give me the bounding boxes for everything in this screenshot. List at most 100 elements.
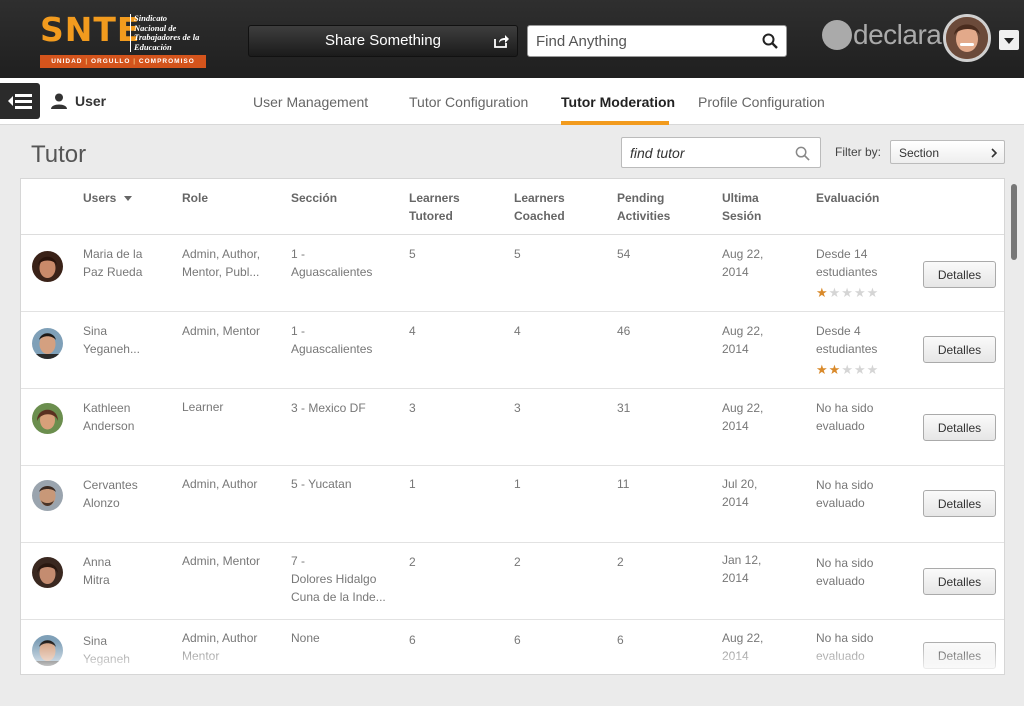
learners-coached: 3 (514, 401, 521, 415)
column-learners-coached[interactable]: Learners Coached (514, 189, 565, 225)
column-role[interactable]: Role (182, 189, 208, 207)
global-search-input[interactable] (536, 31, 756, 51)
learners-tutored: 2 (409, 555, 416, 569)
sub-navigation: User User Management Tutor Configuration… (0, 78, 1024, 125)
table-row: Anna Mitra Admin, Mentor 7 - Dolores Hidal… (21, 543, 1004, 620)
star-rating: ★★★★★ (816, 362, 880, 377)
pending-activities: 54 (617, 247, 631, 261)
sort-down-icon (124, 196, 133, 202)
tab-user-management[interactable]: User Management (253, 94, 368, 110)
detalles-button[interactable]: Detalles (923, 490, 996, 517)
filter-select[interactable]: Section (890, 140, 1005, 164)
table-row: Sina Yeganeh Admin, Author Mentor None 6 6… (21, 620, 1004, 674)
share-something-button[interactable]: Share Something (248, 25, 518, 57)
search-icon[interactable] (762, 33, 778, 49)
user-icon (51, 93, 67, 109)
user-section: None (291, 631, 320, 645)
profile-avatar[interactable] (943, 14, 991, 62)
logo-subtitle: Sindicato Nacional de Trabajadores de la… (130, 13, 214, 52)
user-section: 5 - Yucatan (291, 477, 352, 491)
tab-profile-configuration[interactable]: Profile Configuration (698, 94, 825, 110)
table-row: Cervantes Alonzo Admin, Author 5 - Yucata… (21, 466, 1004, 543)
sidebar-menu-button[interactable] (0, 83, 40, 119)
evaluation: Desde 14 estudiantes (816, 247, 878, 279)
evaluation: No ha sido evaluado (816, 401, 874, 433)
logo-wordmark: SNTE (40, 10, 141, 49)
top-bar: SNTE Sindicato Nacional de Trabajadores … (0, 0, 1024, 78)
last-session: Aug 22, 2014 (722, 401, 764, 433)
user-role: Admin, Mentor (182, 324, 261, 338)
tutor-search-box (621, 137, 821, 168)
avatar[interactable] (32, 557, 63, 588)
avatar[interactable] (32, 328, 63, 359)
user-role: Learner (182, 400, 224, 414)
column-seccion[interactable]: Sección (291, 189, 337, 207)
avatar[interactable] (32, 251, 63, 282)
tutor-search-input[interactable] (630, 144, 790, 162)
column-evaluacion[interactable]: Evaluación (816, 189, 879, 207)
star-rating: ★★★★★ (816, 285, 880, 300)
pending-activities: 46 (617, 324, 631, 338)
learners-coached: 6 (514, 633, 521, 647)
declara-logo-mark (822, 20, 852, 50)
learners-tutored: 4 (409, 324, 416, 338)
detalles-button[interactable]: Detalles (923, 642, 996, 669)
learners-tutored: 1 (409, 477, 416, 491)
table-row: Kathleen Anderson Learner 3 - Mexico DF 3… (21, 389, 1004, 466)
tab-tutor-moderation[interactable]: Tutor Moderation (561, 94, 675, 110)
evaluation: No ha sido evaluado (816, 478, 874, 510)
learners-coached: 4 (514, 324, 521, 338)
detalles-button[interactable]: Detalles (923, 414, 996, 441)
column-ultima-sesion[interactable]: Ultima Sesión (722, 189, 761, 225)
pending-activities: 31 (617, 401, 631, 415)
table-scrollbar[interactable] (1010, 182, 1018, 670)
filter-select-value: Section (899, 146, 940, 160)
last-session: Jul 20, 2014 (722, 477, 758, 509)
share-icon (494, 35, 509, 48)
profile-dropdown-button[interactable] (999, 30, 1019, 50)
filter-label: Filter by: (835, 145, 882, 159)
detalles-button[interactable]: Detalles (923, 261, 996, 288)
user-name[interactable]: Anna Mitra (83, 553, 111, 589)
search-icon[interactable] (795, 146, 810, 161)
user-name[interactable]: Sina Yeganeh (83, 632, 130, 668)
learners-coached: 1 (514, 477, 521, 491)
declara-logo[interactable]: declara (822, 17, 942, 57)
profile-photo (946, 17, 988, 59)
last-session: Aug 22, 2014 (722, 631, 764, 663)
column-learners-tutored[interactable]: Learners Tutored (409, 189, 460, 225)
snte-logo[interactable]: SNTE Sindicato Nacional de Trabajadores … (40, 12, 210, 70)
tab-tutor-configuration[interactable]: Tutor Configuration (409, 94, 528, 110)
last-session: Jan 12, 2014 (722, 553, 762, 585)
scrollbar-thumb[interactable] (1011, 184, 1017, 260)
user-section-label: User (75, 93, 107, 109)
user-name[interactable]: Sina Yeganeh... (83, 322, 140, 358)
user-name[interactable]: Cervantes Alonzo (83, 476, 138, 512)
detalles-button[interactable]: Detalles (923, 568, 996, 595)
detalles-button[interactable]: Detalles (923, 336, 996, 363)
user-name[interactable]: Maria de la Paz Rueda (83, 245, 142, 281)
page-title: Tutor (31, 141, 87, 168)
avatar[interactable] (32, 403, 63, 434)
avatar[interactable] (32, 480, 63, 511)
evaluation: No ha sido evaluado (816, 556, 874, 588)
table-header: Users Role Sección Learners Tutored Learn… (21, 179, 1004, 235)
pending-activities: 6 (617, 633, 624, 647)
learners-coached: 2 (514, 555, 521, 569)
avatar[interactable] (32, 635, 63, 666)
declara-wordmark: declara (853, 19, 942, 50)
pending-activities: 11 (617, 477, 630, 491)
table-row: Maria de la Paz Rueda Admin, Author, Mento… (21, 235, 1004, 312)
table-row: Sina Yeganeh... Admin, Mentor 1 - Aguascal… (21, 312, 1004, 389)
user-role: Admin, Mentor (182, 554, 261, 568)
user-role: Admin, Author (182, 477, 258, 491)
column-users[interactable]: Users (83, 189, 133, 207)
learners-tutored: 3 (409, 401, 416, 415)
user-name[interactable]: Kathleen Anderson (83, 399, 134, 435)
share-button-label: Share Something (325, 32, 441, 49)
tutor-table: Users Role Sección Learners Tutored Learn… (20, 178, 1005, 675)
learners-coached: 5 (514, 247, 521, 261)
column-pending-activities[interactable]: Pending Activities (617, 189, 670, 225)
user-section: 1 - Aguascalientes (291, 324, 373, 356)
user-role: Admin, Author, Mentor, Publ... (182, 247, 261, 279)
